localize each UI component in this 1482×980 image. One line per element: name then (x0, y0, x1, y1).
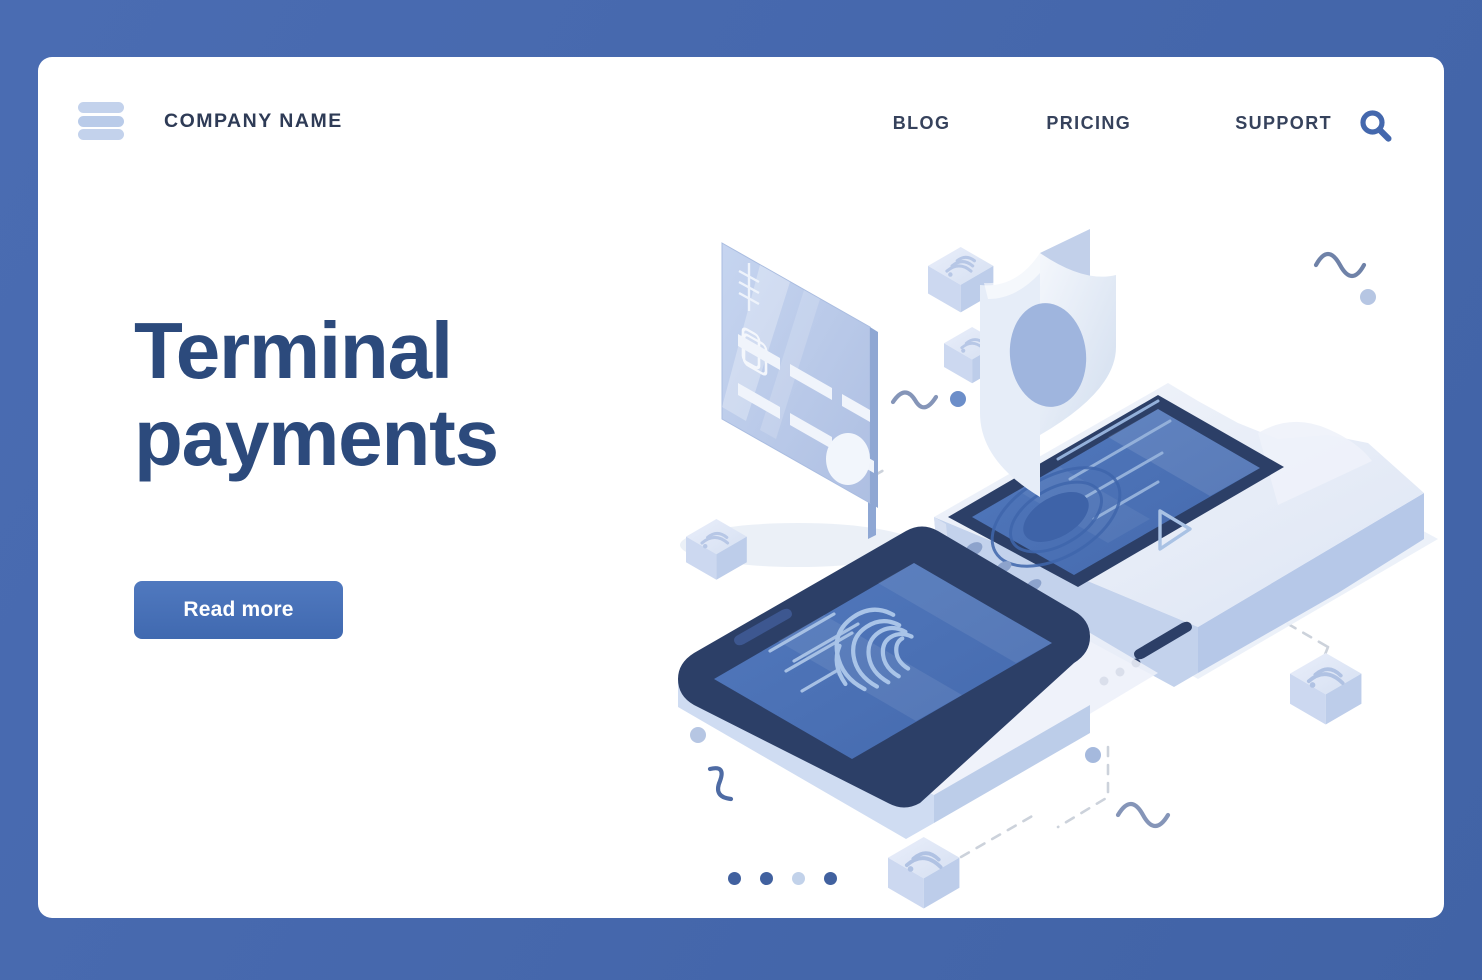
main-nav: BLOG PRICING SUPPORT (893, 113, 1332, 134)
search-icon (1360, 110, 1392, 142)
nav-link-blog[interactable]: BLOG (893, 113, 951, 134)
squiggle-bottom (1115, 801, 1171, 829)
nfc-contactless-cube (888, 837, 960, 909)
hamburger-bar-1 (78, 102, 124, 113)
squiggle-top-right (1313, 251, 1367, 279)
page-title: Terminal payments (134, 306, 654, 483)
pagination-dot-1[interactable] (728, 872, 741, 885)
page-card: COMPANY NAME BLOG PRICING SUPPORT Termin… (38, 57, 1444, 918)
hamburger-icon[interactable] (78, 99, 126, 143)
isometric-payment-terminal-illustration (638, 187, 1438, 918)
decorative-dot-4 (1085, 747, 1101, 763)
nfc-contactless-cube (1290, 653, 1362, 725)
read-more-button[interactable]: Read more (134, 581, 343, 640)
brand-block: COMPANY NAME (78, 99, 343, 143)
site-header: COMPANY NAME BLOG PRICING SUPPORT (38, 57, 1444, 207)
hamburger-bar-3 (78, 129, 124, 140)
search-button[interactable] (1350, 101, 1402, 153)
pagination-dot-4[interactable] (824, 872, 837, 885)
page-title-line-1: Terminal (134, 306, 453, 395)
squiggle-bottom-left (707, 766, 734, 802)
nav-link-pricing[interactable]: PRICING (1046, 113, 1131, 134)
decorative-dot-2 (950, 391, 966, 407)
credit-card-logo-circle (826, 433, 870, 485)
squiggle-left (890, 390, 939, 410)
pagination-dot-3[interactable] (792, 872, 805, 885)
hero-section: Terminal payments Read more (134, 306, 654, 640)
decorative-dot-1 (1360, 289, 1376, 305)
decorative-dot-3 (690, 727, 706, 743)
brand-name: COMPANY NAME (164, 109, 343, 132)
carousel-pagination (728, 872, 837, 885)
hamburger-bar-2 (78, 115, 124, 127)
credit-card (680, 242, 916, 567)
nav-link-support[interactable]: SUPPORT (1235, 113, 1332, 134)
page-title-line-2: payments (134, 393, 499, 483)
pagination-dot-2[interactable] (760, 872, 773, 885)
